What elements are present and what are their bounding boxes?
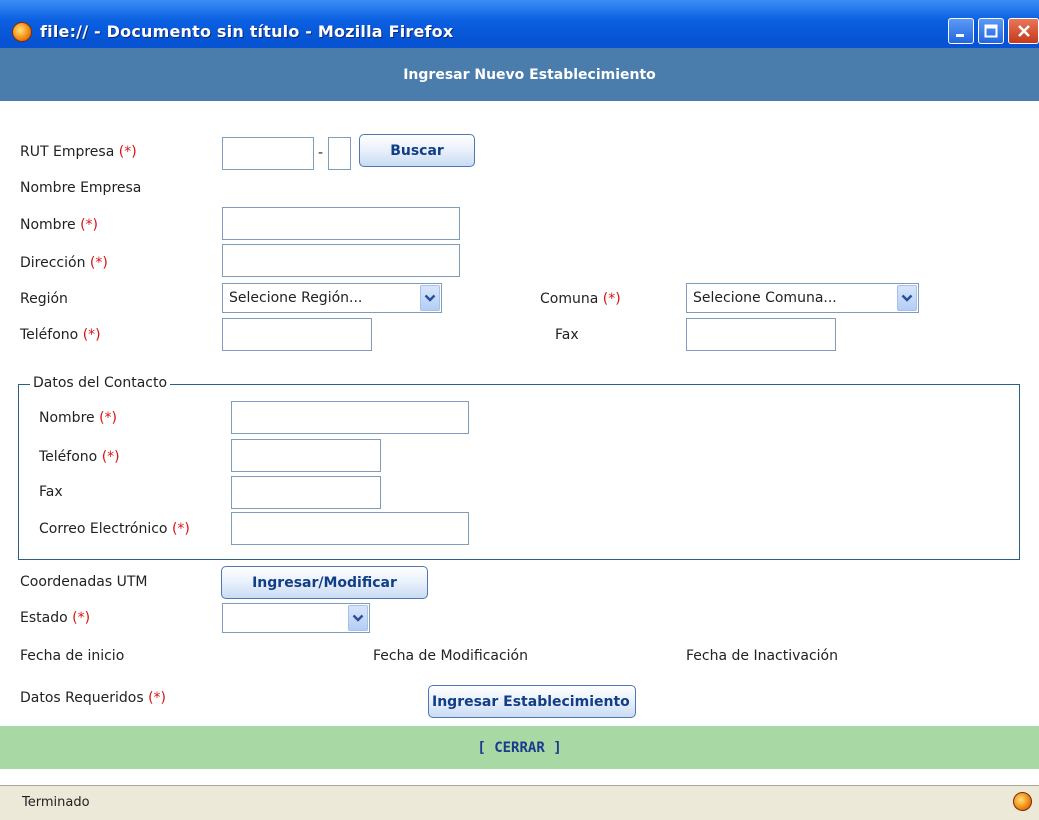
close-link[interactable]: [ CERRAR ] xyxy=(477,740,561,756)
status-select[interactable] xyxy=(222,603,370,633)
name-label: Nombre xyxy=(20,217,76,233)
company-name-label: Nombre Empresa xyxy=(20,180,142,196)
firefox-icon xyxy=(12,22,32,42)
utm-label: Coordenadas UTM xyxy=(20,574,148,590)
contact-email-input[interactable] xyxy=(231,512,469,545)
contact-fax-label: Fax xyxy=(39,484,63,500)
contact-phone-label: Teléfono xyxy=(39,449,98,465)
status-dropdown-button[interactable] xyxy=(348,605,368,631)
page-title: Ingresar Nuevo Establecimiento xyxy=(403,66,656,83)
region-selected: Selecione Región... xyxy=(229,290,363,306)
minimize-button[interactable] xyxy=(948,18,974,44)
address-input[interactable] xyxy=(222,244,460,277)
required-note-label: Datos Requeridos xyxy=(20,690,144,706)
required-mark: (*) xyxy=(602,291,621,307)
phone-label: Teléfono xyxy=(20,327,79,343)
required-mark: (*) xyxy=(99,410,118,426)
submit-button[interactable]: Ingresar Establecimiento xyxy=(428,685,636,718)
status-label: Estado xyxy=(20,610,68,626)
chevron-down-icon xyxy=(424,294,436,302)
contact-legend: Datos del Contacto xyxy=(30,375,171,391)
status-text: Terminado xyxy=(22,795,90,810)
commune-select[interactable]: Selecione Comuna... xyxy=(686,283,919,313)
required-mark: (*) xyxy=(82,327,101,343)
fax-input[interactable] xyxy=(686,318,836,351)
contact-email-label: Correo Electrónico xyxy=(39,521,168,537)
contact-phone-input[interactable] xyxy=(231,439,381,472)
phone-input[interactable] xyxy=(222,318,372,351)
required-mark: (*) xyxy=(148,690,167,706)
maximize-icon xyxy=(984,24,998,38)
required-note-row: Datos Requeridos (*) xyxy=(20,690,166,706)
region-label: Región xyxy=(20,291,68,307)
commune-label: Comuna xyxy=(540,291,599,307)
window-title: file:// - Documento sin título - Mozilla… xyxy=(40,22,454,41)
rut-label-row: RUT Empresa (*) xyxy=(20,144,137,160)
statusbar xyxy=(0,785,1039,820)
commune-label-row: Comuna (*) xyxy=(540,291,621,307)
contact-name-label-row: Nombre (*) xyxy=(39,410,117,426)
address-label: Dirección xyxy=(20,255,86,271)
minimize-icon xyxy=(956,34,964,37)
required-mark: (*) xyxy=(171,521,190,537)
address-label-row: Dirección (*) xyxy=(20,255,108,271)
region-select[interactable]: Selecione Región... xyxy=(222,283,442,313)
status-label-row: Estado (*) xyxy=(20,610,90,626)
page-header: Ingresar Nuevo Establecimiento xyxy=(0,48,1039,101)
region-dropdown-button[interactable] xyxy=(420,285,440,311)
start-date-label: Fecha de inicio xyxy=(20,648,125,664)
contact-name-input[interactable] xyxy=(231,401,469,434)
required-mark: (*) xyxy=(101,449,120,465)
chevron-down-icon xyxy=(352,614,364,622)
close-band: [ CERRAR ] xyxy=(0,726,1039,769)
required-mark: (*) xyxy=(118,144,137,160)
contact-fax-input[interactable] xyxy=(231,476,381,509)
contact-email-label-row: Correo Electrónico (*) xyxy=(39,521,190,537)
rut-label: RUT Empresa xyxy=(20,144,115,160)
required-mark: (*) xyxy=(89,255,108,271)
contact-name-label: Nombre xyxy=(39,410,95,426)
fax-label: Fax xyxy=(555,327,579,343)
required-mark: (*) xyxy=(72,610,91,626)
chevron-down-icon xyxy=(901,294,913,302)
maximize-button[interactable] xyxy=(978,18,1004,44)
modified-date-label: Fecha de Modificación xyxy=(373,648,528,664)
close-button[interactable] xyxy=(1008,18,1039,44)
search-button[interactable]: Buscar xyxy=(359,134,475,167)
name-input[interactable] xyxy=(222,207,460,240)
firefox-status-icon xyxy=(1013,792,1032,811)
required-mark: (*) xyxy=(80,217,99,233)
rut-dv-input[interactable] xyxy=(328,137,351,170)
rut-separator: - xyxy=(318,145,324,161)
inactivation-date-label: Fecha de Inactivación xyxy=(686,648,838,664)
rut-input[interactable] xyxy=(222,137,314,170)
commune-dropdown-button[interactable] xyxy=(897,285,917,311)
contact-phone-label-row: Teléfono (*) xyxy=(39,449,120,465)
close-icon xyxy=(1017,25,1030,37)
commune-selected: Selecione Comuna... xyxy=(693,290,837,306)
utm-button[interactable]: Ingresar/Modificar xyxy=(221,566,428,599)
name-label-row: Nombre (*) xyxy=(20,217,98,233)
phone-label-row: Teléfono (*) xyxy=(20,327,101,343)
